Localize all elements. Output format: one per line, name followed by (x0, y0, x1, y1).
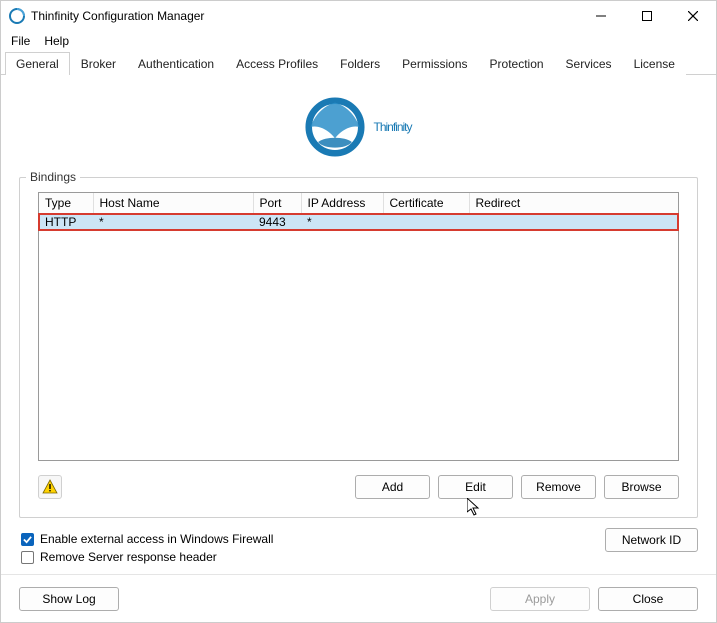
footer-bar: Show Log Apply Close (1, 574, 716, 622)
options-row: Enable external access in Windows Firewa… (19, 518, 698, 564)
warning-icon[interactable] (38, 475, 62, 499)
bindings-group: Bindings Type Host Name Port IP Address … (19, 177, 698, 518)
col-cert[interactable]: Certificate (383, 193, 469, 214)
edit-button[interactable]: Edit (438, 475, 513, 499)
cell-type: HTTP (39, 214, 93, 231)
checkbox-icon (21, 551, 34, 564)
col-host[interactable]: Host Name (93, 193, 253, 214)
col-port[interactable]: Port (253, 193, 301, 214)
maximize-button[interactable] (624, 1, 670, 31)
tab-broker[interactable]: Broker (70, 52, 127, 75)
close-button[interactable] (670, 1, 716, 31)
bindings-table[interactable]: Type Host Name Port IP Address Certifica… (38, 192, 679, 461)
show-log-button[interactable]: Show Log (19, 587, 119, 611)
bindings-label: Bindings (26, 170, 80, 184)
tab-license[interactable]: License (623, 52, 686, 75)
app-icon (9, 8, 25, 24)
minimize-button[interactable] (578, 1, 624, 31)
product-logo: Thinfinity (305, 97, 411, 157)
logo-area: Thinfinity (19, 87, 698, 177)
tab-folders[interactable]: Folders (329, 52, 391, 75)
network-id-button[interactable]: Network ID (605, 528, 698, 552)
firewall-label: Enable external access in Windows Firewa… (40, 532, 273, 546)
remove-header-label: Remove Server response header (40, 550, 217, 564)
checkbox-group: Enable external access in Windows Firewa… (19, 532, 273, 564)
window-title: Thinfinity Configuration Manager (31, 9, 204, 23)
logo-text: Thinfinity (373, 120, 411, 134)
tab-content: Thinfinity Bindings Type Host Name Port … (1, 75, 716, 574)
table-header-row: Type Host Name Port IP Address Certifica… (39, 193, 678, 214)
tab-protection[interactable]: Protection (479, 52, 555, 75)
cell-redirect (469, 214, 678, 231)
menu-file[interactable]: File (5, 32, 36, 50)
tab-permissions[interactable]: Permissions (391, 52, 478, 75)
cell-ip: * (301, 214, 383, 231)
menu-help[interactable]: Help (38, 32, 75, 50)
col-redirect[interactable]: Redirect (469, 193, 678, 214)
add-button[interactable]: Add (355, 475, 430, 499)
remove-header-checkbox[interactable]: Remove Server response header (21, 550, 273, 564)
tab-access-profiles[interactable]: Access Profiles (225, 52, 329, 75)
tab-services[interactable]: Services (555, 52, 623, 75)
apply-button[interactable]: Apply (490, 587, 590, 611)
title-bar: Thinfinity Configuration Manager (1, 1, 716, 31)
cell-host: * (93, 214, 253, 231)
menu-bar: File Help (1, 31, 716, 51)
col-ip[interactable]: IP Address (301, 193, 383, 214)
browse-button[interactable]: Browse (604, 475, 679, 499)
cell-port: 9443 (253, 214, 301, 231)
checkbox-icon (21, 533, 34, 546)
cell-cert (383, 214, 469, 231)
col-type[interactable]: Type (39, 193, 93, 214)
app-window: Thinfinity Configuration Manager File He… (0, 0, 717, 623)
table-row[interactable]: HTTP * 9443 * (39, 214, 678, 231)
bindings-button-row: Add Edit Remove Browse (38, 475, 679, 499)
firewall-checkbox[interactable]: Enable external access in Windows Firewa… (21, 532, 273, 546)
remove-button[interactable]: Remove (521, 475, 596, 499)
close-dialog-button[interactable]: Close (598, 587, 698, 611)
logo-mark-icon (305, 97, 365, 157)
tab-general[interactable]: General (5, 52, 70, 75)
tab-authentication[interactable]: Authentication (127, 52, 225, 75)
tab-strip: General Broker Authentication Access Pro… (1, 51, 716, 75)
